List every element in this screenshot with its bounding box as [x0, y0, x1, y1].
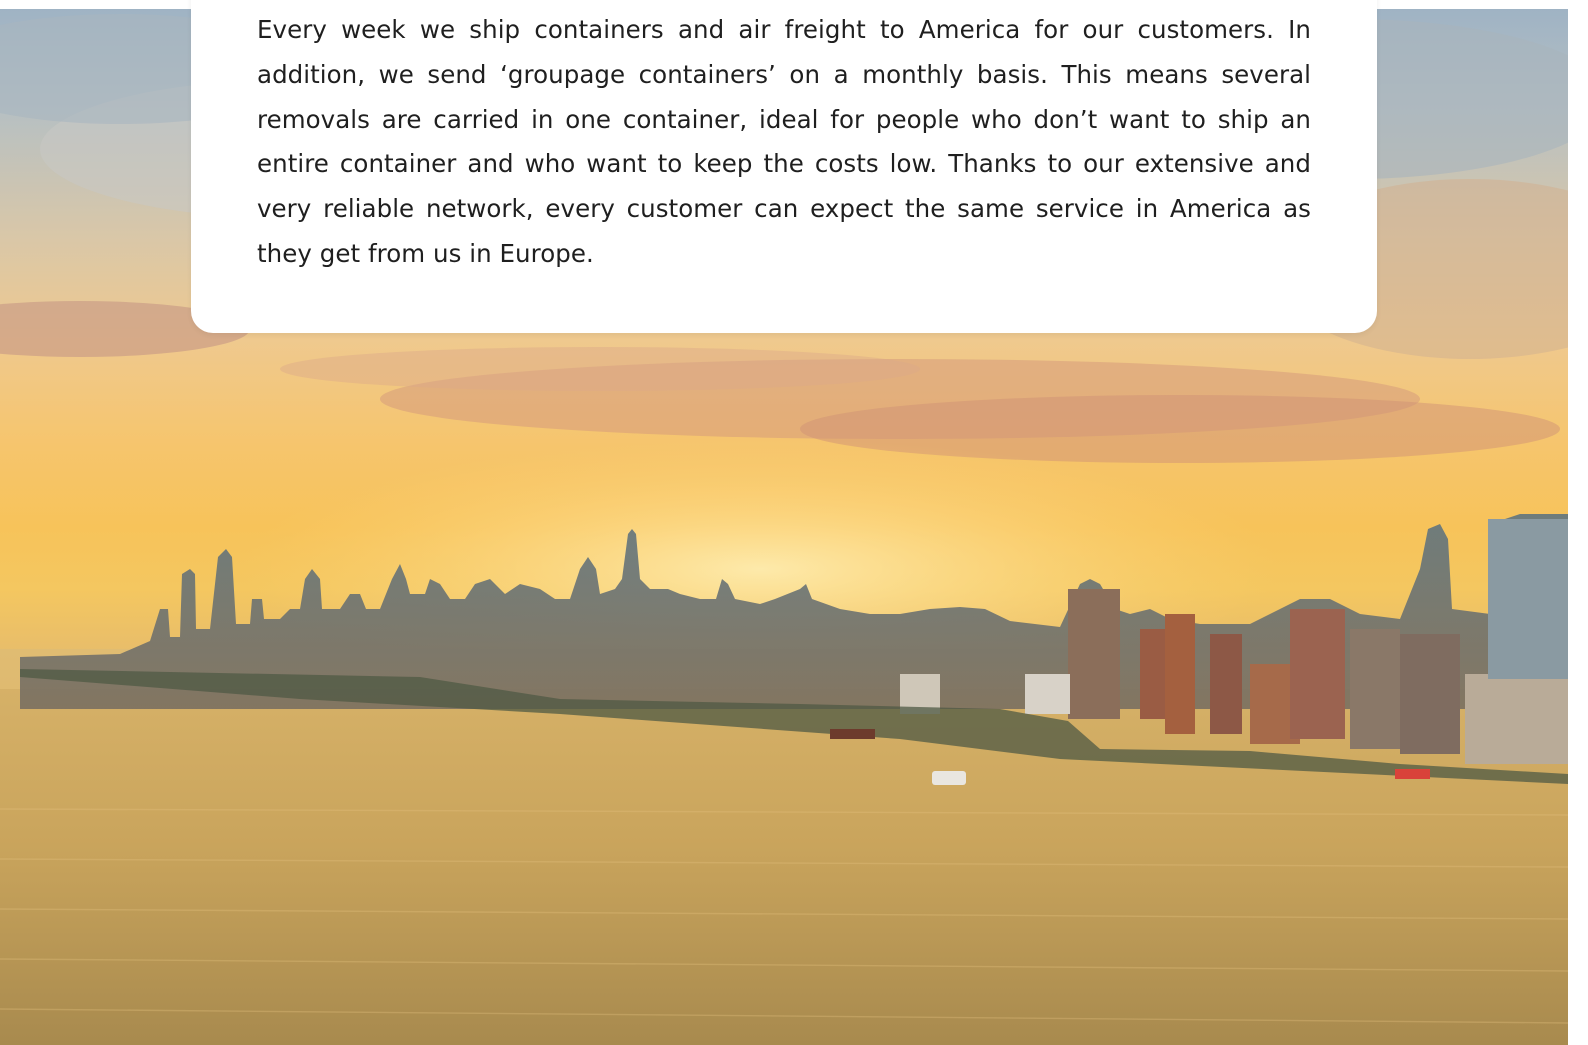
- intro-paragraph: Every week we ship containers and air fr…: [257, 15, 1311, 268]
- right-gutter: [1568, 0, 1588, 1045]
- content-card: Every week we ship containers and air fr…: [191, 0, 1377, 333]
- page: Every week we ship containers and air fr…: [0, 0, 1588, 1045]
